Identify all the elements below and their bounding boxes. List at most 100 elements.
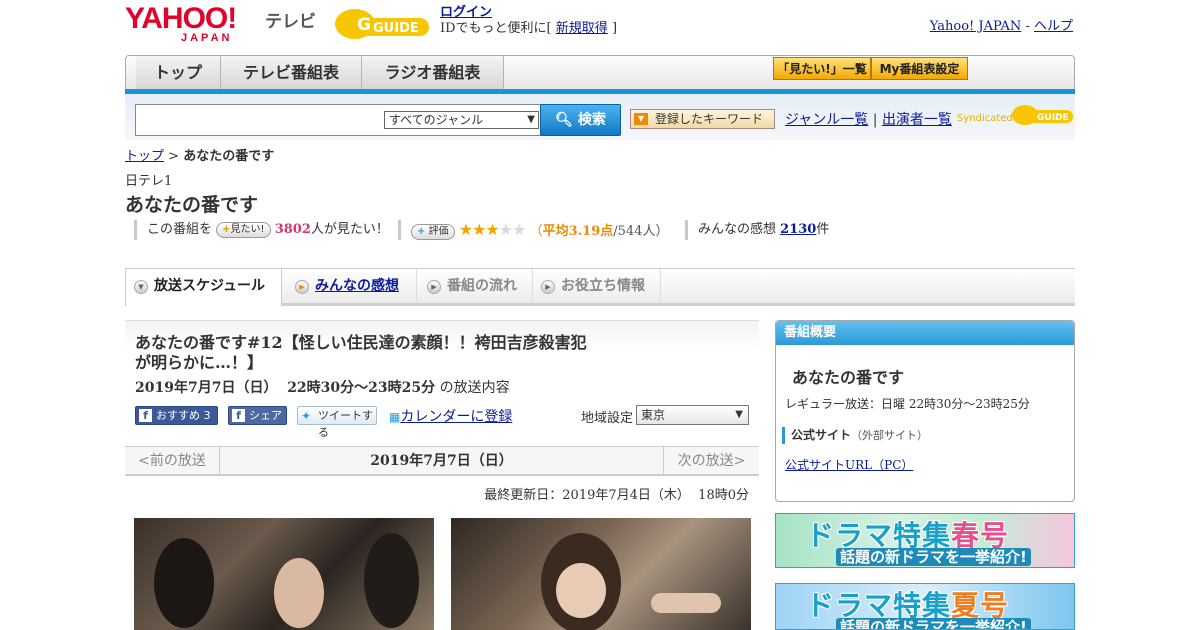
want-button[interactable]: +見たい! <box>216 221 271 238</box>
plus-icon: + <box>222 223 231 235</box>
facebook-share-button[interactable]: f シェア <box>228 406 287 425</box>
rating-count: /544人） <box>613 224 669 239</box>
syndicated-label: Syndicated <box>957 113 1013 124</box>
want-list-button[interactable]: 「見たい!」一覧 <box>773 57 871 80</box>
facebook-icon: f <box>232 409 245 422</box>
breadcrumb-separator: > <box>168 149 180 164</box>
official-site-note: （外部サイト） <box>851 429 929 442</box>
tab-useful-info-label: お役立ち情報 <box>561 278 645 294</box>
episode-title: あなたの番です#12【怪しい住民達の素顔！！袴田吉彦殺害犯が明らかに…！】 <box>135 333 587 372</box>
photo-figure <box>556 563 606 618</box>
tab-schedule-label: 放送スケジュール <box>154 278 266 294</box>
episode-date-time: 2019年7月7日（日） 22時30分～23時25分 <box>135 380 436 396</box>
id-prompt-suffix: ] <box>611 21 618 36</box>
twitter-bird-icon: ✦ <box>301 409 312 423</box>
tweet-button[interactable]: ✦ ツイートする <box>297 406 377 439</box>
breadcrumb-current: あなたの番です <box>183 149 275 164</box>
impressions-segment: みんなの感想 2130件 <box>685 220 829 240</box>
episode-photo-1 <box>134 518 434 630</box>
triangle-down-icon: ▼ <box>634 113 648 125</box>
official-site-label: 公式サイト <box>791 428 852 442</box>
genre-select[interactable]: すべてのジャンル ▼ <box>384 111 539 129</box>
region-select-value: 東京 <box>641 408 666 422</box>
syndicated-gguide-logo: Syndicated GUIDE <box>957 103 1075 127</box>
rate-button[interactable]: + 評価 <box>411 223 455 240</box>
facebook-recommend-label: おすすめ 3 <box>156 409 211 422</box>
impressions-suffix: 件 <box>816 222 830 237</box>
rating-stars: ★★★★★ <box>458 220 527 239</box>
search-button-label: 検索 <box>577 112 606 128</box>
official-site-heading: 公式サイト（外部サイト） <box>782 427 928 444</box>
signup-link[interactable]: 新規取得 <box>556 21 608 36</box>
genre-select-value: すべてのジャンル <box>389 113 484 127</box>
my-schedule-button[interactable]: My番組表設定 <box>871 57 968 80</box>
registered-keyword-button[interactable]: ▼ 登録したキーワード <box>630 109 775 129</box>
tab-flow-label: 番組の流れ <box>447 278 517 294</box>
breadcrumb-top-link[interactable]: トップ <box>125 149 164 164</box>
want-button-label: 見たい! <box>230 223 265 235</box>
photo-figure <box>651 593 721 613</box>
yahoo-japan-link[interactable]: Yahoo! JAPAN <box>930 19 1022 34</box>
chevron-down-icon: ▼ <box>527 114 535 125</box>
tab-impressions-label: みんなの感想 <box>315 278 399 294</box>
prev-broadcast-link[interactable]: <前の放送 <box>125 447 220 475</box>
star-empty-icon: ★ <box>512 220 526 239</box>
tab-schedule[interactable]: ▼ 放送スケジュール <box>125 268 282 306</box>
performer-list-link[interactable]: 出演者一覧 <box>882 112 952 128</box>
next-broadcast-link[interactable]: 次の放送> <box>663 447 759 475</box>
nav-tab-radio-schedule[interactable]: ラジオ番組表 <box>362 56 504 89</box>
banner-subtitle: 話題の新ドラマを一挙紹介! <box>836 618 1031 629</box>
help-link[interactable]: ヘルプ <box>1034 19 1073 34</box>
tab-flow[interactable]: ▶ 番組の流れ <box>419 269 533 304</box>
drama-spring-banner[interactable]: ドラマ特集春号 話題の新ドラマを一挙紹介! <box>775 513 1075 568</box>
episode-date-suffix: の放送内容 <box>439 380 510 396</box>
top-links-separator: - <box>1021 19 1034 34</box>
episode-photo-2 <box>451 518 751 630</box>
id-prompt-prefix: IDでもっと便利に[ <box>440 21 552 36</box>
syndicated-logo-text: GUIDE <box>1037 113 1069 123</box>
facebook-recommend-button[interactable]: f おすすめ 3 <box>135 406 218 425</box>
star-filled-icon: ★ <box>472 220 486 239</box>
star-filled-icon: ★ <box>458 220 473 239</box>
plus-icon: + <box>417 225 426 237</box>
want-prefix: この番組を <box>147 222 213 237</box>
overview-header: 番組概要 <box>776 321 1074 345</box>
registered-keyword-label: 登録したキーワード <box>655 112 764 126</box>
top-links: Yahoo! JAPAN - ヘルプ <box>930 15 1073 34</box>
calendar-register-link[interactable]: カレンダーに登録 <box>400 409 512 425</box>
facebook-icon: f <box>139 409 152 422</box>
gguide-logo[interactable]: G GUIDE <box>333 4 433 42</box>
yahoo-tv-logo[interactable]: YAHOO! JAPAN テレビ <box>125 4 325 45</box>
rating-average: 平均3.19点 <box>542 224 614 239</box>
want-count: 3802 <box>274 222 311 237</box>
search-button[interactable]: 🔍︎ 検索 <box>540 104 621 136</box>
play-icon: ▶ <box>295 280 309 294</box>
nav-tab-top[interactable]: トップ <box>136 56 221 89</box>
official-site-url-link[interactable]: 公式サイトURL（PC） <box>785 456 913 473</box>
program-overview: 番組概要 あなたの番です レギュラー放送：日曜 22時30分～23時25分 公式… <box>775 320 1075 502</box>
chevron-down-icon: ▼ <box>735 409 743 420</box>
star-empty-icon: ★ <box>498 220 513 239</box>
tab-impressions[interactable]: ▶ みんなの感想 <box>287 269 417 304</box>
login-link[interactable]: ログイン <box>440 5 492 20</box>
broadcast-pager: <前の放送 2019年7月7日（日） 次の放送> <box>125 446 759 476</box>
region-label: 地域設定 <box>581 411 634 426</box>
tv-label: テレビ <box>265 12 316 32</box>
drama-summer-banner[interactable]: ドラマ特集夏号 話題の新ドラマを一挙紹介! <box>775 583 1075 630</box>
tab-useful-info[interactable]: ▶ お役立ち情報 <box>533 269 661 304</box>
photo-figure <box>154 538 214 628</box>
nav-tab-tv-schedule[interactable]: テレビ番組表 <box>221 56 362 89</box>
last-updated: 最終更新日：2019年7月4日（木） 18時0分 <box>484 488 749 503</box>
chevron-down-icon: ▼ <box>134 280 148 294</box>
overview-regular-broadcast: レギュラー放送：日曜 22時30分～23時25分 <box>785 397 1030 411</box>
impressions-count-link[interactable]: 2130 <box>780 222 816 237</box>
region-select[interactable]: 東京 ▼ <box>636 405 749 425</box>
pager-date: 2019年7月7日（日） <box>370 453 513 469</box>
overview-title: あなたの番です <box>792 368 905 387</box>
link-divider: | <box>872 112 878 128</box>
gguide-text: GUIDE <box>373 21 419 36</box>
genre-list-link[interactable]: ジャンル一覧 <box>785 112 868 128</box>
facebook-share-label: シェア <box>249 409 282 422</box>
banner-subtitle: 話題の新ドラマを一挙紹介! <box>836 548 1031 566</box>
svg-text:G: G <box>357 15 371 35</box>
